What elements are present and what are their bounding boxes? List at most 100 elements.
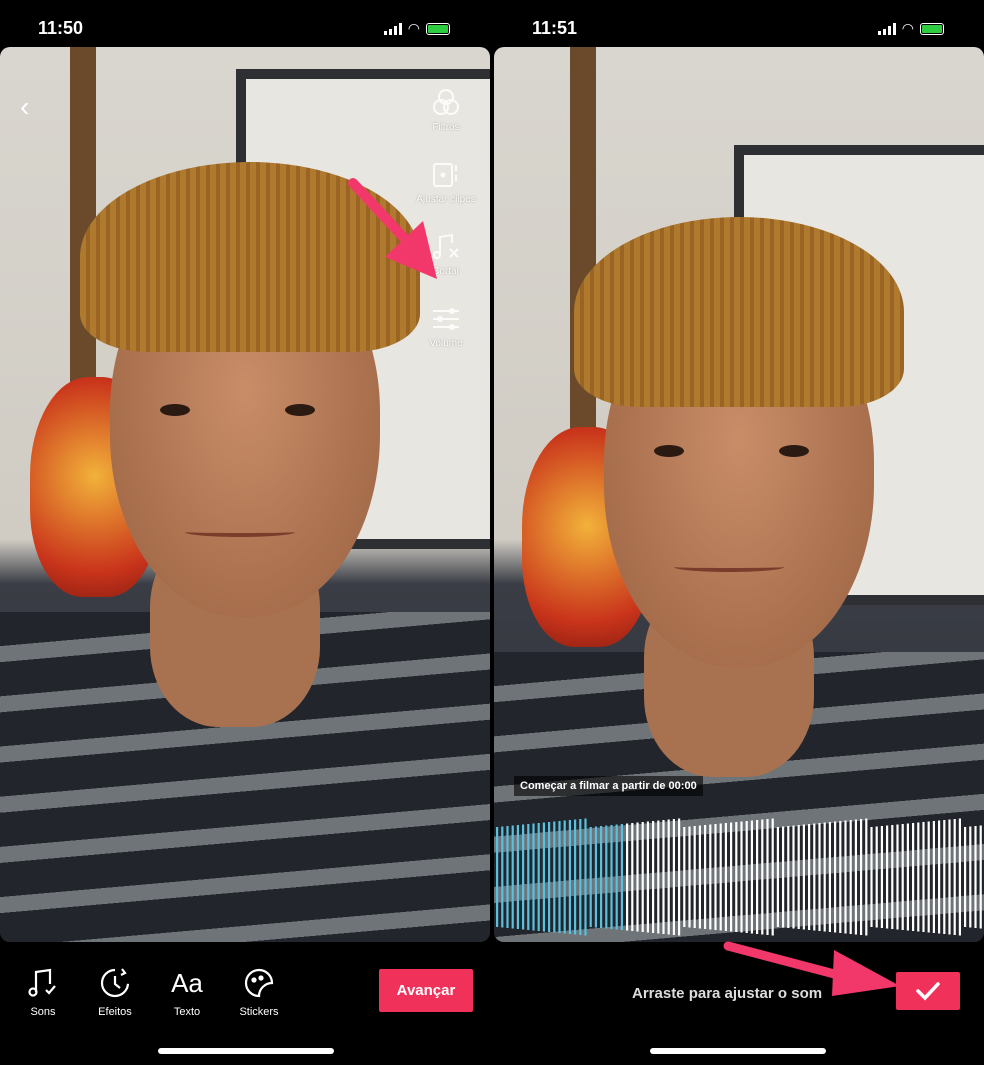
- waveform-bar: [636, 822, 639, 932]
- waveform-bar: [860, 819, 863, 935]
- waveform-bar: [724, 823, 727, 931]
- home-indicator: [650, 1048, 826, 1054]
- waveform-bar: [912, 823, 915, 931]
- waveform-bar: [646, 821, 649, 933]
- volume-button[interactable]: Volume: [429, 303, 463, 349]
- waveform-bar: [740, 821, 743, 933]
- waveform-bar: [501, 826, 504, 928]
- waveform-bar: [516, 825, 519, 929]
- waveform-bar: [891, 825, 894, 929]
- next-button[interactable]: Avançar: [379, 969, 473, 1012]
- waveform-bar: [678, 818, 681, 936]
- waveform-bar: [548, 822, 551, 932]
- status-bar: 11:50 ◠: [0, 0, 490, 46]
- waveform-bar: [828, 822, 831, 932]
- waveform-bar: [600, 826, 603, 928]
- waveform-bar: [735, 822, 738, 932]
- waveform-bar: [496, 827, 499, 927]
- waveform-bar: [563, 820, 566, 934]
- waveform-bar: [537, 823, 540, 931]
- waveform-bar: [886, 825, 889, 929]
- battery-icon: [426, 22, 450, 35]
- waveform-bar: [969, 826, 972, 928]
- waveform-bar: [709, 824, 712, 930]
- waveform-bar: [714, 824, 717, 930]
- right-screen: 11:51 ◠ Começar a filmar a partir de 00:…: [494, 0, 984, 1065]
- wifi-icon: ◠: [901, 20, 914, 36]
- waveform-bar: [823, 822, 826, 932]
- waveform-bar: [834, 821, 837, 933]
- stickers-button[interactable]: Stickers: [234, 966, 284, 1018]
- waveform-bar: [808, 824, 811, 930]
- waveform-bar: [506, 826, 509, 928]
- signal-icon: [877, 22, 896, 35]
- waveform-bar: [782, 826, 785, 928]
- waveform-bar: [667, 819, 670, 935]
- text-icon: Aa: [171, 968, 203, 998]
- waveform-bar: [854, 819, 857, 935]
- waveform-bar: [594, 826, 597, 928]
- waveform-bar: [605, 825, 608, 929]
- sound-waveform[interactable]: [494, 818, 984, 936]
- waveform-bar: [922, 822, 925, 932]
- waveform-bar: [865, 818, 868, 936]
- home-indicator: [158, 1048, 334, 1054]
- waveform-bar: [797, 825, 800, 929]
- waveform-bar: [693, 826, 696, 928]
- filters-button[interactable]: Filtros: [430, 87, 462, 133]
- waveform-bar: [631, 823, 634, 931]
- waveform-bar: [615, 824, 618, 930]
- waveform-bar: [756, 820, 759, 934]
- waveform-bar: [589, 827, 592, 927]
- sticker-icon: [244, 968, 274, 998]
- bottom-toolbar: Sons Efeitos Aa Texto Stickers: [18, 966, 284, 1018]
- waveform-bar: [974, 826, 977, 928]
- waveform-bar: [875, 826, 878, 928]
- status-time: 11:51: [532, 18, 578, 38]
- confirm-button[interactable]: [896, 972, 960, 1010]
- waveform-bar: [719, 823, 722, 931]
- waveform-bar: [870, 827, 873, 927]
- waveform-bar: [704, 825, 707, 929]
- effects-button[interactable]: Efeitos: [90, 966, 140, 1018]
- waveform-bar: [964, 827, 967, 927]
- waveform-bar: [844, 820, 847, 934]
- waveform-bar: [813, 823, 816, 931]
- annotation-arrow: [723, 941, 900, 996]
- waveform-bar: [522, 824, 525, 930]
- volume-sliders-icon: [432, 308, 459, 330]
- waveform-bar: [657, 820, 660, 934]
- annotation-arrow: [348, 178, 437, 279]
- waveform-bar: [750, 820, 753, 934]
- status-time: 11:50: [38, 18, 84, 38]
- music-note-check-icon: [28, 968, 56, 997]
- waveform-bar: [511, 825, 514, 929]
- back-button[interactable]: ‹: [20, 91, 29, 123]
- filters-icon: [433, 89, 459, 115]
- waveform-bar: [584, 818, 587, 936]
- waveform-bar: [527, 824, 530, 930]
- text-button[interactable]: Aa Texto: [162, 966, 212, 1018]
- waveform-bar: [766, 819, 769, 935]
- sounds-button[interactable]: Sons: [18, 966, 68, 1018]
- waveform-bar: [558, 821, 561, 933]
- waveform-bar: [776, 827, 779, 927]
- waveform-bar: [979, 825, 982, 929]
- start-time-tooltip: Começar a filmar a partir de 00:00: [514, 776, 703, 796]
- waveform-bar: [662, 820, 665, 934]
- waveform-bar: [683, 827, 686, 927]
- waveform-bar: [771, 818, 774, 936]
- signal-icon: [383, 22, 402, 35]
- waveform-bar: [579, 819, 582, 935]
- waveform-bar: [917, 822, 920, 932]
- waveform-bar: [574, 819, 577, 935]
- waveform-bar: [932, 821, 935, 933]
- wifi-icon: ◠: [407, 20, 420, 36]
- waveform-bar: [652, 821, 655, 933]
- waveform-bar: [620, 824, 623, 930]
- waveform-bar: [553, 821, 556, 933]
- waveform-bar: [849, 820, 852, 934]
- waveform-bar: [698, 825, 701, 929]
- waveform-bar: [641, 822, 644, 932]
- waveform-bar: [761, 819, 764, 935]
